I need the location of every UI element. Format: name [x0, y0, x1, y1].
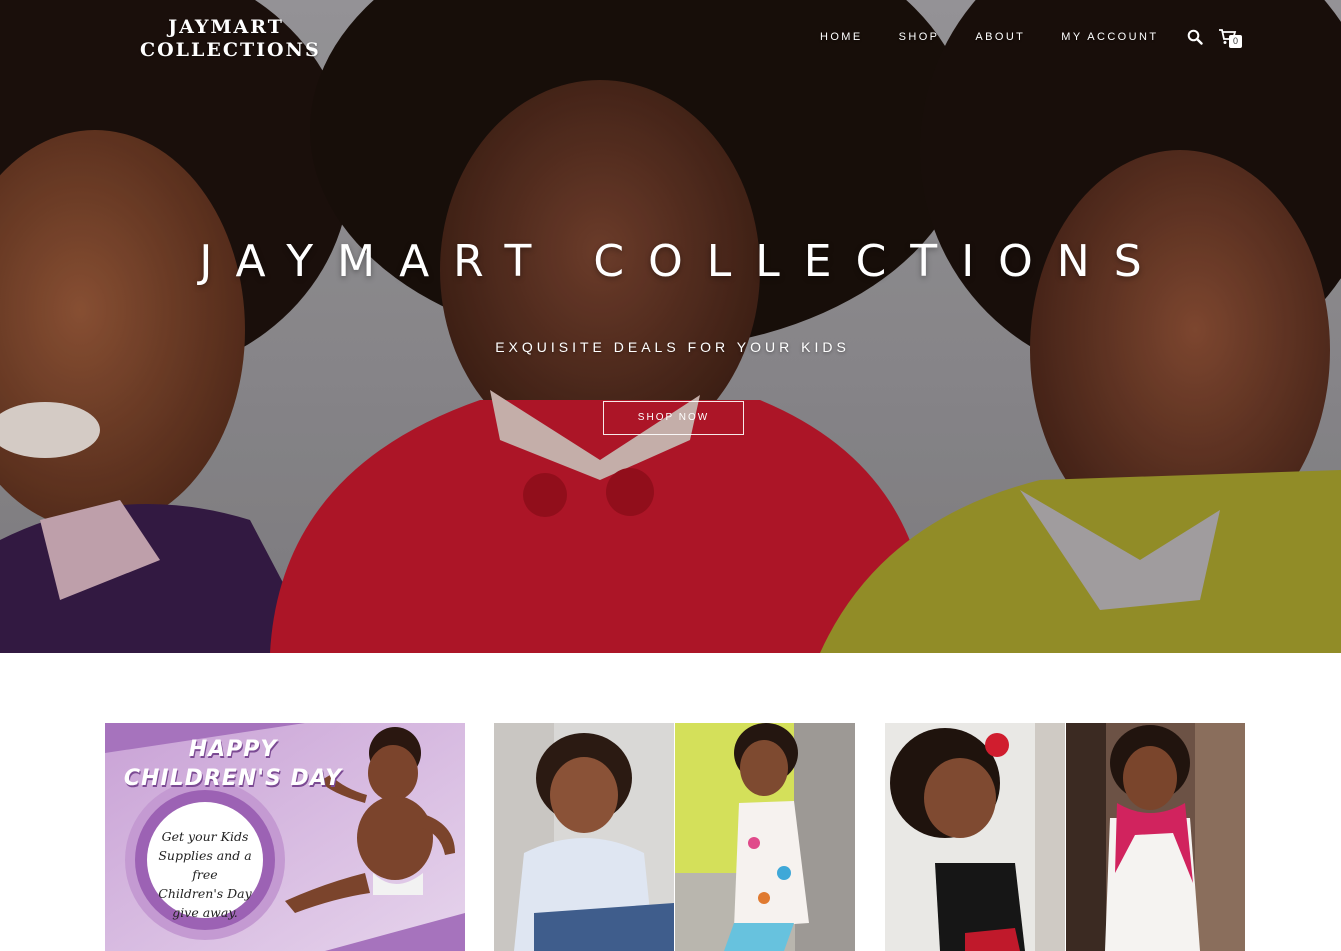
promo-banner-childrens-day[interactable]: HAPPY CHILDREN'S DAY Get your Kids Suppl…: [105, 723, 465, 951]
hero-subtitle: EXQUISITE DEALS FOR YOUR KIDS: [495, 339, 850, 355]
search-icon[interactable]: [1187, 29, 1203, 45]
cart-count-badge[interactable]: 0: [1229, 35, 1242, 48]
hero-overlay: [0, 0, 1341, 653]
hero-banner: JAYMART COLLECTIONS HOME SHOP ABOUT MY A…: [0, 0, 1341, 653]
site-logo[interactable]: JAYMART COLLECTIONS: [140, 16, 321, 62]
logo-line-1: JAYMART: [168, 16, 284, 38]
nav-shop[interactable]: SHOP: [899, 31, 940, 43]
shop-now-button[interactable]: SHOP NOW: [603, 401, 744, 435]
promo-title: HAPPY CHILDREN'S DAY: [113, 735, 353, 793]
nav-home[interactable]: HOME: [820, 31, 863, 43]
nav-about[interactable]: ABOUT: [975, 31, 1025, 43]
product-banner-kids-1[interactable]: [494, 723, 855, 951]
promo-title-line-2: CHILDREN'S DAY: [123, 766, 343, 791]
nav-my-account[interactable]: MY ACCOUNT: [1061, 31, 1158, 43]
promo-text-line-2: Supplies and a free: [158, 848, 252, 882]
promo-text-line-4: give away.: [172, 905, 238, 920]
promo-title-line-1: HAPPY: [188, 737, 278, 762]
promo-text-line-1: Get your Kids: [161, 829, 249, 844]
product-photo-collage: [494, 723, 855, 951]
product-banner-kids-2[interactable]: [885, 723, 1245, 951]
product-photo-collage: [885, 723, 1245, 951]
logo-line-2: COLLECTIONS: [140, 39, 321, 61]
promo-text: Get your Kids Supplies and a free Childr…: [145, 827, 265, 922]
main-nav: HOME SHOP ABOUT MY ACCOUNT 0: [820, 29, 1242, 48]
promo-text-line-3: Children's Day: [158, 886, 252, 901]
hero-title: JAYMART COLLECTIONS: [199, 236, 1166, 287]
